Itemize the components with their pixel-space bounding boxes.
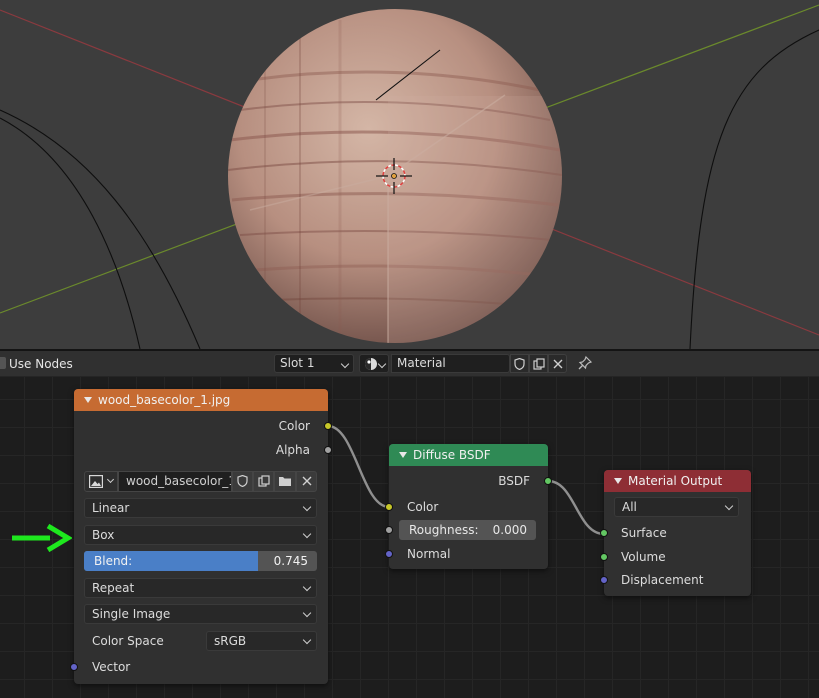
close-icon	[302, 476, 311, 486]
image-icon	[89, 475, 103, 488]
viewport-scene	[0, 4, 819, 349]
pin-button[interactable]	[577, 355, 595, 373]
unlink-material-button[interactable]	[548, 354, 567, 373]
input-displacement-socket[interactable]	[600, 576, 608, 584]
input-vector-label: Vector	[92, 660, 131, 674]
material-output-node-header[interactable]: Material Output	[604, 470, 751, 492]
image-open-button[interactable]	[274, 471, 296, 492]
duplicate-icon	[532, 358, 545, 370]
image-duplicate-button[interactable]	[253, 471, 274, 492]
blend-value: 0.745	[273, 554, 308, 568]
source-dropdown[interactable]: Single Image	[84, 604, 317, 624]
output-target-dropdown[interactable]: All	[614, 497, 739, 517]
collapse-triangle-icon[interactable]	[614, 478, 622, 484]
output-alpha-socket[interactable]	[324, 446, 332, 454]
slot-dropdown[interactable]: Slot 1	[274, 354, 354, 373]
material-output-node[interactable]: Material Output All Surface Volume Displ…	[600, 470, 751, 596]
color-space-label: Color Space	[92, 634, 164, 648]
input-roughness-socket[interactable]	[385, 526, 393, 534]
image-texture-node-header[interactable]: wood_basecolor_1.jpg	[74, 389, 328, 411]
diffuse-bsdf-node-title: Diffuse BSDF	[413, 448, 491, 462]
close-icon	[553, 359, 562, 369]
image-name-value: wood_basecolor_1...	[126, 474, 231, 488]
color-space-value: sRGB	[214, 634, 247, 648]
image-fake-user-button[interactable]	[232, 471, 253, 492]
input-color-socket[interactable]	[385, 503, 393, 511]
input-color-label: Color	[407, 500, 439, 514]
material-output-node-title: Material Output	[628, 474, 723, 488]
image-unlink-button[interactable]	[296, 471, 317, 492]
link-bsdf-to-surface	[547, 479, 605, 536]
material-sphere-icon	[365, 358, 377, 370]
input-surface-label: Surface	[621, 526, 667, 540]
input-surface-socket[interactable]	[600, 529, 608, 537]
extension-dropdown[interactable]: Repeat	[84, 578, 317, 598]
chevron-down-icon	[302, 529, 312, 539]
projection-value: Box	[92, 528, 115, 542]
input-normal-label: Normal	[407, 547, 451, 561]
wire-curve	[689, 29, 819, 349]
blend-label: Blend:	[94, 554, 133, 568]
input-displacement-label: Displacement	[621, 573, 704, 587]
chevron-down-icon	[302, 582, 312, 592]
input-volume-label: Volume	[621, 550, 666, 564]
output-alpha-label: Alpha	[275, 443, 310, 457]
chevron-down-icon	[106, 475, 115, 484]
chevron-down-icon	[302, 608, 312, 618]
output-color-label: Color	[278, 419, 310, 433]
use-nodes-label: Use Nodes	[9, 357, 73, 371]
material-name-field[interactable]: Material	[391, 354, 510, 373]
collapse-triangle-icon[interactable]	[399, 452, 407, 458]
pin-icon	[578, 355, 593, 370]
chevron-down-icon	[724, 501, 734, 511]
image-texture-node-title: wood_basecolor_1.jpg	[98, 393, 231, 407]
input-normal-socket[interactable]	[385, 550, 393, 558]
duplicate-icon	[257, 475, 270, 487]
diffuse-bsdf-node-header[interactable]: Diffuse BSDF	[389, 444, 548, 466]
input-volume-socket[interactable]	[600, 553, 608, 561]
shield-icon	[514, 357, 525, 371]
link-color-to-color	[327, 424, 390, 509]
chevron-down-icon	[302, 502, 312, 512]
material-browse-button[interactable]	[359, 354, 389, 373]
output-color-socket[interactable]	[324, 422, 332, 430]
folder-icon	[279, 477, 291, 486]
input-vector-socket[interactable]	[70, 663, 78, 671]
use-nodes-checkbox[interactable]	[0, 357, 6, 369]
blend-slider[interactable]: Blend: 0.745	[84, 551, 317, 571]
projection-dropdown[interactable]: Box	[84, 525, 317, 545]
shield-icon	[237, 474, 248, 488]
collapse-triangle-icon[interactable]	[84, 397, 92, 403]
output-bsdf-socket[interactable]	[544, 477, 552, 485]
roughness-label: Roughness:	[409, 523, 479, 537]
extension-value: Repeat	[92, 581, 135, 595]
duplicate-material-button[interactable]	[529, 354, 548, 373]
green-arrow-annotation-icon	[12, 523, 72, 553]
roughness-value: 0.000	[492, 523, 527, 537]
diffuse-bsdf-node[interactable]: Diffuse BSDF BSDF Color Roughness: 0.000…	[385, 444, 552, 569]
color-space-dropdown[interactable]: sRGB	[206, 631, 317, 651]
fake-user-button[interactable]	[510, 354, 529, 373]
chevron-down-icon	[302, 635, 312, 645]
source-value: Single Image	[92, 607, 171, 621]
image-texture-node[interactable]: wood_basecolor_1.jpg Color Alpha wood_ba…	[70, 389, 332, 684]
chevron-down-icon	[340, 359, 350, 369]
roughness-field[interactable]: Roughness: 0.000	[399, 520, 536, 540]
chevron-down-icon	[377, 359, 387, 369]
material-name-value: Material	[397, 356, 446, 370]
node-editor-canvas[interactable]: wood_basecolor_1.jpg Color Alpha wood_ba…	[0, 377, 819, 698]
output-bsdf-label: BSDF	[498, 474, 530, 488]
wire-curve	[0, 117, 141, 349]
image-browse-button[interactable]	[84, 471, 118, 492]
node-editor-header: Use Nodes Slot 1 Material	[0, 351, 819, 377]
interpolation-value: Linear	[92, 501, 130, 515]
output-target-value: All	[622, 500, 637, 514]
image-name-field[interactable]: wood_basecolor_1...	[118, 471, 232, 492]
interpolation-dropdown[interactable]: Linear	[84, 498, 317, 518]
3d-viewport[interactable]	[0, 0, 819, 349]
slot-value: Slot 1	[280, 356, 315, 370]
